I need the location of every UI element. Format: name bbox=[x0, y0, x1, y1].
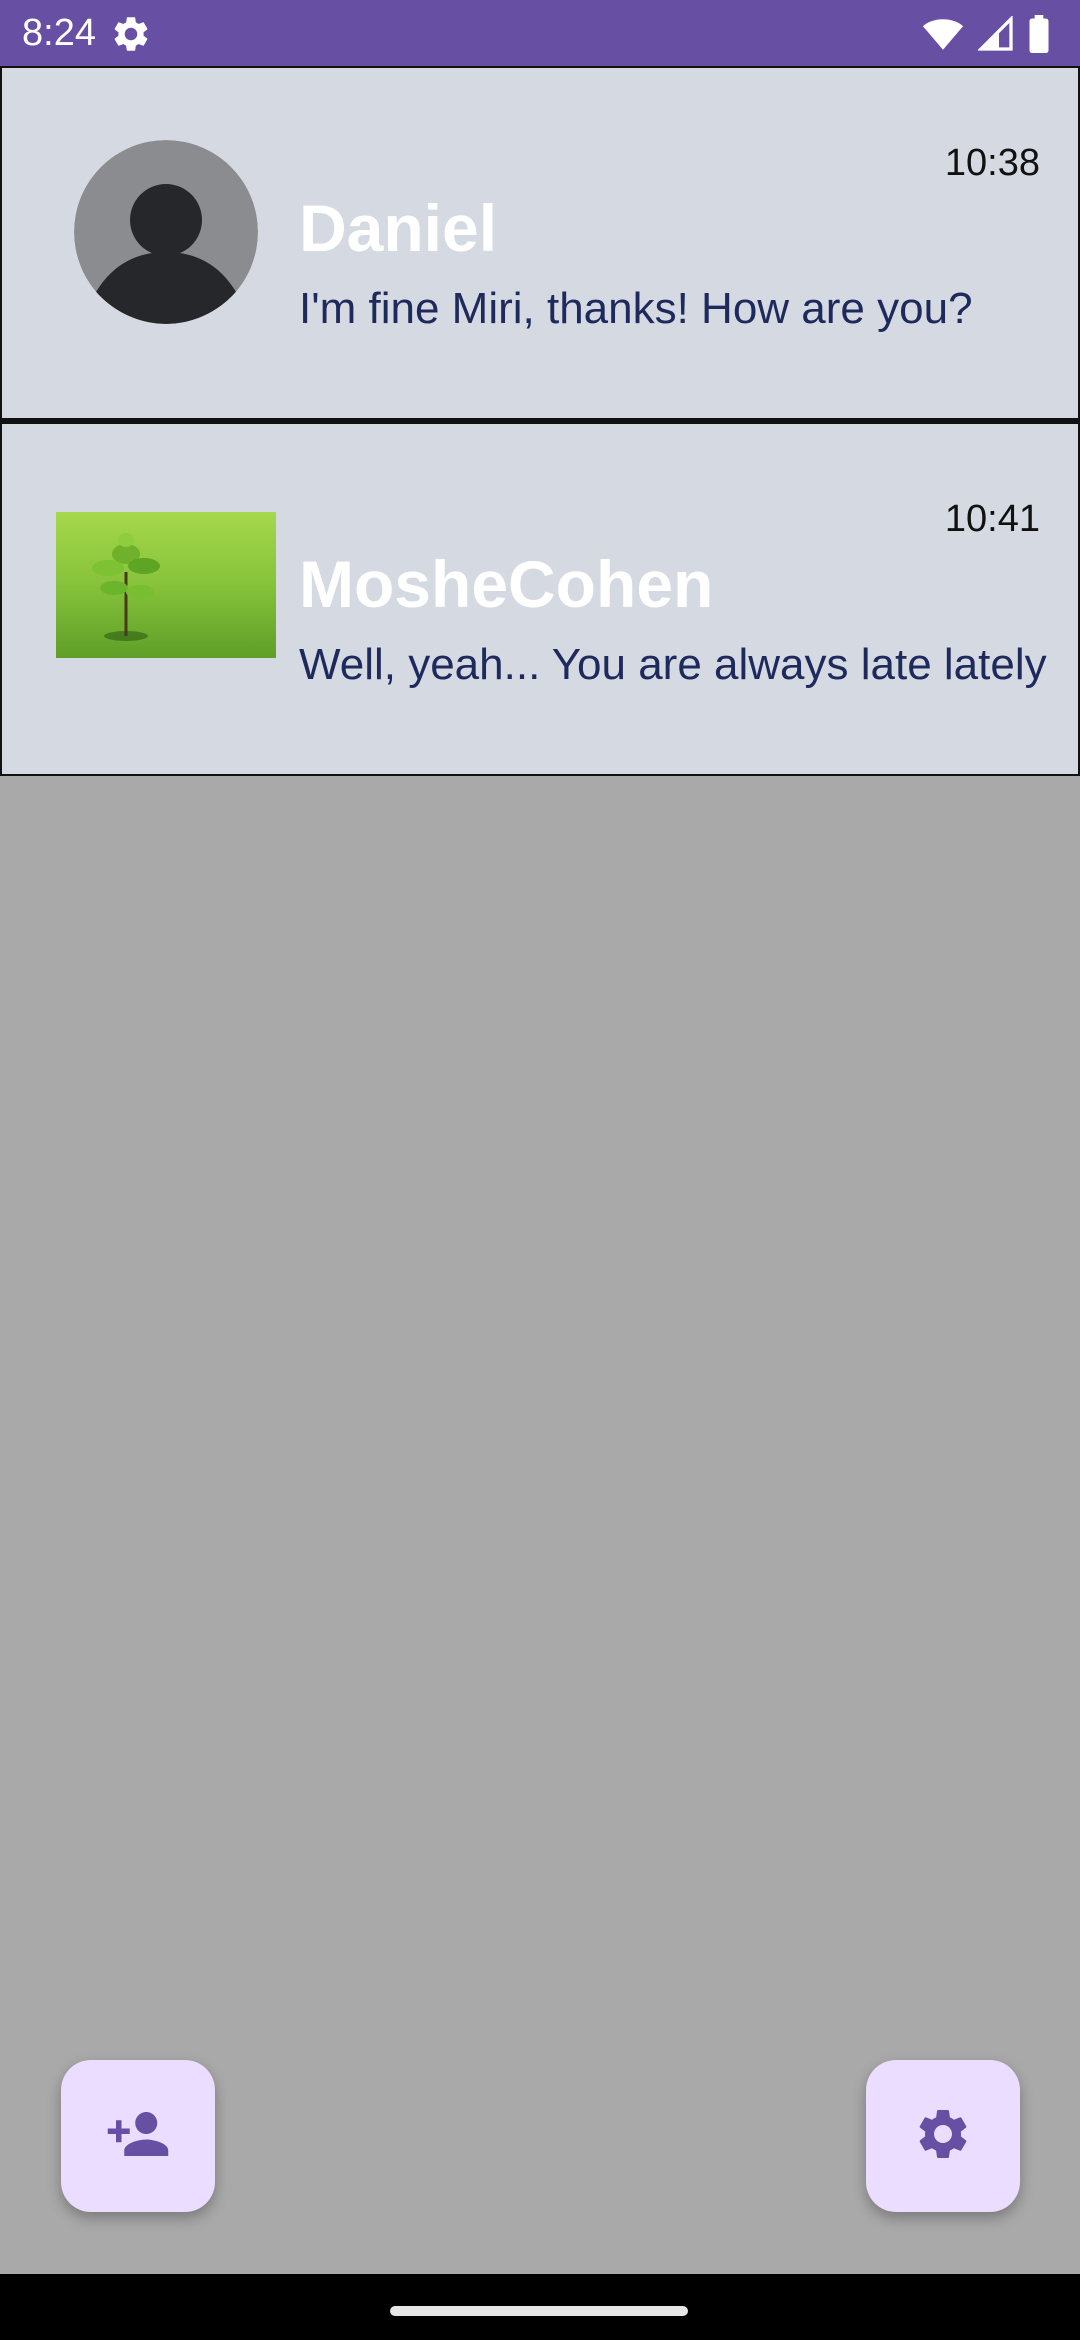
chat-contact-name: Daniel bbox=[299, 191, 498, 265]
chat-list-screen: 8:24 10:38 Daniel I'm fine Miri, thanks!… bbox=[0, 0, 1080, 2340]
chat-time: 10:41 bbox=[944, 498, 1040, 540]
chat-contact-name: MosheCohen bbox=[299, 547, 714, 621]
add-contact-button[interactable] bbox=[61, 2060, 215, 2212]
default-person-avatar bbox=[74, 140, 258, 324]
status-bar: 8:24 bbox=[0, 0, 1080, 66]
chat-last-message: Well, yeah... You are always late lately bbox=[299, 640, 1047, 689]
wifi-icon bbox=[922, 16, 964, 52]
chat-item-daniel[interactable]: 10:38 Daniel I'm fine Miri, thanks! How … bbox=[0, 66, 1080, 422]
home-gesture-handle[interactable] bbox=[390, 2306, 688, 2316]
sapling-photo bbox=[56, 512, 276, 658]
settings-gear-icon bbox=[913, 2104, 973, 2169]
chat-time: 10:38 bbox=[944, 142, 1040, 184]
status-time: 8:24 bbox=[22, 12, 96, 54]
gear-icon bbox=[110, 13, 152, 55]
signal-icon bbox=[978, 16, 1014, 52]
battery-icon bbox=[1028, 15, 1050, 53]
chat-item-moshecohen[interactable]: 10:41 MosheCohen Well, yeah... You are a… bbox=[0, 422, 1080, 776]
chat-last-message: I'm fine Miri, thanks! How are you? bbox=[299, 284, 973, 333]
settings-button[interactable] bbox=[866, 2060, 1020, 2212]
person-add-icon bbox=[105, 2101, 171, 2172]
status-icons bbox=[922, 12, 1050, 56]
system-navigation-bar bbox=[0, 2274, 1080, 2340]
